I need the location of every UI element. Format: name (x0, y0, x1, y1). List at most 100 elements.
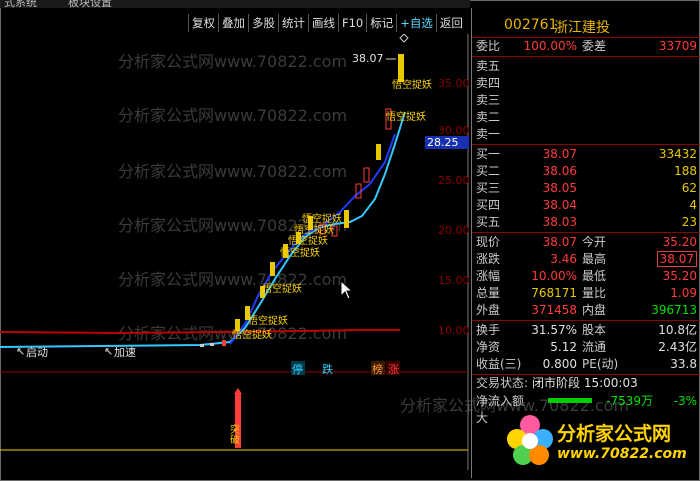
quote-value: 396713 (651, 303, 697, 317)
bid-price: 38.03 (542, 215, 577, 229)
overlay-button[interactable]: 叠加 (218, 14, 248, 32)
ask-row: 卖三 (472, 92, 700, 109)
signal-label: 悟空捉妖 (262, 282, 302, 295)
candle (376, 144, 381, 160)
extra-label: 大 (476, 411, 489, 425)
diff-label: 委差 (582, 39, 607, 53)
f10-button[interactable]: F10 (338, 14, 366, 32)
ask-row: 卖二 (472, 109, 700, 126)
quote-label: 量比 (582, 286, 607, 300)
signal-label: 悟空捉妖 (386, 110, 426, 123)
quote-value: 768171 (531, 286, 577, 300)
mark-button[interactable]: 标记 (366, 14, 396, 32)
candle (222, 340, 226, 346)
signal-label: 悟空捉妖 (232, 328, 272, 341)
accel-label: 加速 (114, 346, 136, 359)
quote-value: 1.09 (670, 286, 697, 300)
ma-red-line (0, 329, 400, 335)
mouse-cursor-icon (340, 280, 354, 300)
netflow-value: -7539万 (606, 394, 653, 408)
quote-value: 10.00% (531, 269, 577, 283)
quote-value: 38.07 (542, 235, 577, 249)
candles-flat (200, 340, 226, 347)
stock-name[interactable]: 浙江建投 (554, 17, 610, 37)
chart-toolbar: 复权 叠加 多股 统计 画线 F10 标记 +自选 返回 (188, 14, 466, 32)
multi-stock-button[interactable]: 多股 (248, 14, 278, 32)
bid-label: 买五 (476, 215, 501, 229)
y-tick-label: 10.00 (438, 324, 470, 337)
top-app-strip: 式系统 板块设置 (0, 0, 470, 8)
netflow-bar (548, 398, 592, 403)
ask-label: 卖五 (476, 59, 501, 73)
kline-svg[interactable]: 35.00 30.00 25.00 20.00 15.00 10.00 38.0… (0, 34, 470, 470)
rank-marker: 榜 (372, 362, 383, 376)
stat-label: 流通 (582, 340, 607, 354)
bid-volume: 188 (674, 164, 697, 178)
bid-label: 买三 (476, 181, 501, 195)
stop-marker: 停 (292, 362, 303, 376)
high-diamond-icon (399, 34, 409, 43)
stat-value: 2.43亿 (658, 340, 697, 354)
bid-label: 买一 (476, 147, 501, 161)
signal-label: 悟空捉妖 (392, 78, 432, 91)
y-tick-label: 20.00 (438, 224, 470, 237)
status-label: 交易状态: (476, 376, 529, 390)
bid-volume: 23 (681, 215, 697, 229)
sector-settings-label[interactable]: 板块设置 (68, 0, 112, 8)
quote-label: 最低 (582, 269, 607, 283)
quote-panel: 002761 浙江建投 委比 100.00% 委差 33709 卖五 卖四 卖三… (471, 8, 700, 478)
draw-line-button[interactable]: 画线 (308, 14, 338, 32)
bid-volume: 4 (689, 198, 697, 212)
quote-row: 总量 768171 量比 1.09 (472, 285, 700, 302)
divider (472, 56, 700, 57)
divider (472, 320, 700, 321)
quote-label: 总量 (476, 286, 501, 300)
logo-text: 分析家公式网 (557, 423, 672, 445)
quote-value: 371458 (531, 303, 577, 317)
back-button[interactable]: 返回 (435, 14, 466, 32)
system-menu-label[interactable]: 式系统 (4, 0, 37, 8)
candle (398, 54, 404, 82)
quote-label: 外盘 (476, 303, 501, 317)
status-value: 闭市阶段 15:00:03 (532, 376, 638, 390)
divider (472, 144, 700, 145)
stat-row: 换手 31.57% 股本 10.8亿 (472, 322, 700, 339)
quote-label: 最高 (582, 252, 607, 266)
quote-label: 涨幅 (476, 269, 501, 283)
add-watchlist-button[interactable]: +自选 (396, 14, 436, 32)
quote-label: 涨跌 (476, 252, 501, 266)
signal-label: 悟空捉妖 (302, 212, 342, 225)
divider (472, 232, 700, 233)
ask-row: 卖五 (472, 58, 700, 75)
quote-row: 现价 38.07 今开 35.20 (472, 234, 700, 251)
stock-code[interactable]: 002761 (504, 17, 557, 33)
bid-price: 38.06 (542, 164, 577, 178)
bid-volume: 33432 (658, 147, 697, 161)
current-price-tag: 28.25 (425, 136, 469, 149)
logo-url: www.70822.com (557, 446, 687, 462)
stat-value: 0.800 (542, 357, 577, 371)
trade-status-row: 交易状态: 闭市阶段 15:00:03 (472, 375, 700, 392)
flower-logo-icon (507, 415, 553, 465)
stat-label: 收益(三) (476, 357, 522, 371)
start-label: 启动 (26, 346, 48, 359)
candle (200, 344, 204, 347)
quote-row: 涨幅 10.00% 最低 35.20 (472, 268, 700, 285)
bid-row: 买三 38.05 62 (472, 180, 700, 197)
statistics-button[interactable]: 统计 (278, 14, 308, 32)
stat-label: PE(动) (582, 357, 619, 371)
high-price-boxed: 38.07 (656, 251, 697, 267)
stat-value: 31.57% (531, 323, 577, 337)
bid-label: 买四 (476, 198, 501, 212)
bid-row: 买二 38.06 188 (472, 163, 700, 180)
quote-value: 35.20 (662, 269, 697, 283)
quote-value: 3.46 (550, 252, 577, 266)
bid-row: 买四 38.04 4 (472, 197, 700, 214)
bid-row: 买五 38.03 23 (472, 214, 700, 231)
quote-label: 今开 (582, 235, 607, 249)
y-tick-label: 25.00 (438, 174, 470, 187)
accel-arrow-icon: ↖ (104, 345, 113, 358)
restore-rights-button[interactable]: 复权 (188, 14, 218, 32)
kline-chart[interactable]: 35.00 30.00 25.00 20.00 15.00 10.00 38.0… (0, 34, 470, 470)
up-arrow-icon (234, 388, 242, 394)
